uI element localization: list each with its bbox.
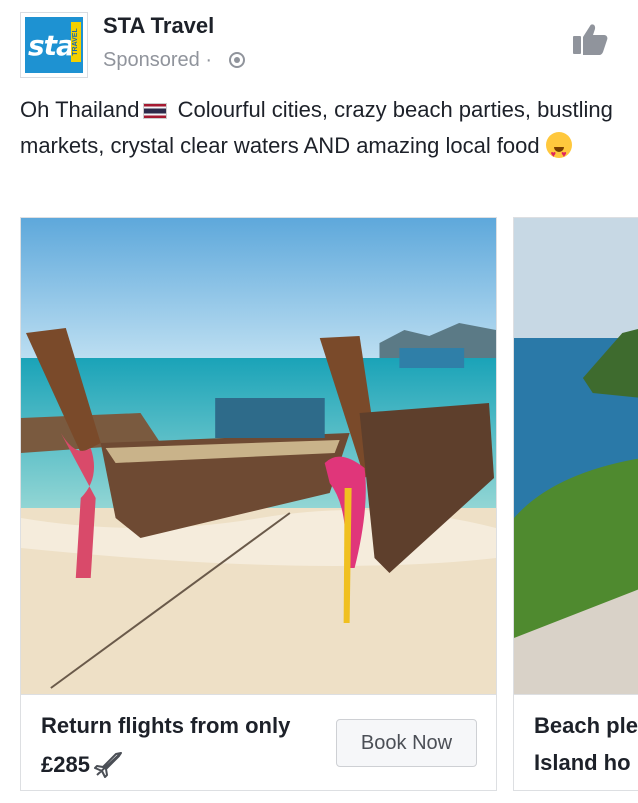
book-now-button[interactable]: Book Now: [336, 719, 477, 767]
globe-icon: [229, 52, 245, 68]
card-footer: Beach ple Island ho: [514, 694, 638, 790]
heart-eyes-emoji: [545, 132, 572, 172]
logo-background: sta TRAVEL: [25, 17, 83, 73]
thailand-flag-emoji: [143, 103, 168, 119]
longtail-boats-on-beach-image[interactable]: [21, 218, 496, 694]
post-text-intro: Oh Thailand: [20, 97, 140, 122]
sponsored-label: Sponsored ·: [103, 49, 212, 72]
thumbs-up-icon[interactable]: [572, 22, 608, 56]
carousel-card[interactable]: Return flights from only £285 Book Now: [20, 217, 497, 791]
logo-text: sta: [28, 29, 75, 62]
airplane-icon: [93, 752, 122, 778]
post-text: Oh Thailand Colourful cities, crazy beac…: [20, 92, 620, 172]
card-price: £285: [41, 750, 124, 778]
card-title: Return flights from only: [41, 713, 291, 738]
post-header: sta TRAVEL STA Travel Sponsored ·: [0, 0, 638, 90]
sponsored-text: Sponsored: [103, 49, 200, 71]
card-footer: Return flights from only £285 Book Now: [21, 694, 496, 790]
card-title: Beach ple: [534, 713, 638, 738]
logo-badge: TRAVEL: [71, 22, 81, 62]
card-subtitle: Island ho: [534, 750, 631, 775]
separator: ·: [205, 49, 212, 71]
price-value: £285: [41, 752, 90, 777]
carousel-card[interactable]: Beach ple Island ho: [513, 217, 638, 791]
island-coast-view-image[interactable]: [514, 218, 638, 694]
sta-travel-logo[interactable]: sta TRAVEL: [20, 12, 88, 78]
page-name[interactable]: STA Travel: [103, 13, 214, 39]
